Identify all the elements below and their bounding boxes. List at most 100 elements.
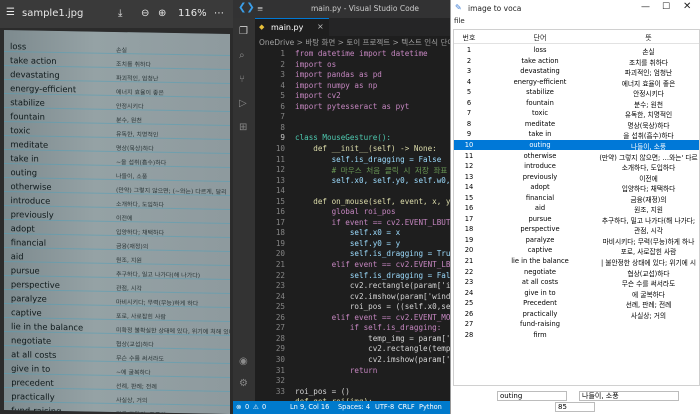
- indentation[interactable]: Spaces: 4: [338, 401, 370, 414]
- code-line[interactable]: self.y0 = y: [295, 239, 400, 248]
- table-row[interactable]: 3 devastating 파괴적인; 엄청난: [454, 66, 699, 77]
- warning-count[interactable]: 0: [262, 401, 266, 414]
- code-line[interactable]: def on_mouse(self, event, x, y,: [295, 197, 450, 206]
- table-row[interactable]: 5 stabilize 안정시키다: [454, 87, 699, 98]
- code-line[interactable]: return: [295, 366, 377, 375]
- table-row[interactable]: 22 negotiate 협상(교섭)하다: [454, 267, 699, 278]
- code-line[interactable]: cv2.imshow(param['wi: [295, 355, 450, 364]
- table-row[interactable]: 7 toxic 유독한, 치명적인: [454, 108, 699, 119]
- minimize-icon[interactable]: —: [641, 2, 650, 12]
- table-row[interactable]: 26 practically 사실상; 거의: [454, 309, 699, 320]
- code-line[interactable]: class MouseGesture():: [295, 133, 391, 142]
- row-word: financial: [525, 193, 555, 202]
- settings-gear-icon[interactable]: ⚙: [239, 378, 248, 389]
- table-row[interactable]: 8 meditate 명상(묵상)하다: [454, 119, 699, 130]
- code-line[interactable]: # 마우스 처음 클릭 시 저장 좌표: [295, 165, 448, 176]
- table-row[interactable]: 25 Precedent 선례, 판례; 전례: [454, 298, 699, 309]
- line-ending[interactable]: CRLF: [398, 401, 415, 414]
- table-row[interactable]: 13 previously 이전에: [454, 172, 699, 183]
- search-icon[interactable]: ⌕: [239, 50, 245, 61]
- code-line[interactable]: temp_img = param['im: [295, 334, 450, 343]
- table-row[interactable]: 19 paralyze 마비시키다; 무력(무능)하게 하나: [454, 235, 699, 246]
- zoom-out-icon[interactable]: ⊖: [141, 8, 149, 19]
- code-line[interactable]: import numpy as np: [295, 81, 377, 90]
- code-line[interactable]: cv2.imshow(param['window: [295, 292, 450, 301]
- column-header-word[interactable]: 단어: [484, 33, 596, 43]
- breadcrumb[interactable]: OneDrive > 바탕 화면 > 토이 프로젝트 > 텍스트 인식 단어장: [255, 36, 450, 49]
- code-line[interactable]: self.is_dragging = False: [295, 271, 450, 280]
- menu-file[interactable]: file: [451, 17, 700, 28]
- code-line[interactable]: cv2.rectangle(temp_i: [295, 344, 450, 353]
- close-icon[interactable]: ✕: [683, 1, 691, 12]
- hamburger-menu-icon[interactable]: ≡: [257, 4, 263, 13]
- close-tab-icon[interactable]: ×: [317, 22, 324, 31]
- extensions-icon[interactable]: ⊞: [239, 122, 247, 133]
- menu-icon[interactable]: ☰: [6, 7, 15, 18]
- language-mode[interactable]: Python: [419, 401, 442, 414]
- table-row[interactable]: 20 captive 포로, 사로잡힌 사람: [454, 245, 699, 257]
- column-header-meaning[interactable]: 뜻: [596, 33, 699, 43]
- code-line[interactable]: import os: [295, 60, 336, 69]
- table-row[interactable]: 23 at all costs 무슨 수를 써서라도: [454, 277, 699, 288]
- code-line[interactable]: global roi_pos: [295, 207, 396, 216]
- table-row[interactable]: 2 take action 조치를 취하다: [454, 56, 699, 67]
- code-line[interactable]: elif event == cv2.EVENT_MOUS: [295, 313, 450, 322]
- error-icon[interactable]: ⊗: [236, 401, 242, 414]
- image-word: precedent: [11, 377, 54, 388]
- table-row[interactable]: 10 outing 나들이, 소풍: [454, 139, 699, 151]
- run-debug-icon[interactable]: ▷: [239, 98, 247, 109]
- table-row[interactable]: 12 introduce 소개하다, 도입하다: [454, 161, 699, 172]
- meaning-input[interactable]: 나들이, 소풍: [579, 391, 679, 401]
- code-line[interactable]: import cv2: [295, 91, 341, 100]
- table-row[interactable]: 18 perspective 관점, 시각: [454, 224, 699, 235]
- code-line[interactable]: from datetime import datetime: [295, 49, 428, 58]
- more-options-icon[interactable]: ⋯: [214, 8, 224, 19]
- table-row[interactable]: 16 aid 원조, 지원: [454, 203, 699, 214]
- error-count[interactable]: 0: [245, 401, 249, 414]
- code-editor[interactable]: from datetime import datetime import os im…: [295, 49, 450, 401]
- table-row[interactable]: 11 otherwise (만약) 그렇지 않으면; …와는' 다르: [454, 151, 699, 162]
- code-line[interactable]: import pytesseract as pyt: [295, 102, 409, 111]
- table-row[interactable]: 15 financial 금융(재정)의: [454, 193, 699, 204]
- maximize-icon[interactable]: ☐: [662, 2, 670, 12]
- table-row[interactable]: 1 loss 손실: [454, 45, 699, 56]
- code-line[interactable]: if self.is_dragging:: [295, 323, 441, 332]
- warning-icon[interactable]: ⚠: [253, 401, 259, 414]
- encoding[interactable]: UTF-8: [375, 401, 394, 414]
- column-header-number[interactable]: 번호: [454, 33, 484, 43]
- zoom-in-icon[interactable]: ⊕: [158, 8, 166, 19]
- table-row[interactable]: 4 energy-efficient 에너지 효율이 좋은: [454, 77, 699, 88]
- number-input[interactable]: 85: [555, 402, 595, 412]
- row-meaning: 포로, 사로잡힌 사람: [620, 248, 677, 257]
- source-control-icon[interactable]: ⑂: [239, 74, 245, 85]
- table-row[interactable]: 24 give in to 에 굴복하다: [454, 288, 699, 299]
- explorer-icon[interactable]: ❐: [239, 26, 248, 37]
- code-line[interactable]: self.x0, self.y0, self.w0, self.h0: [295, 176, 450, 185]
- table-row[interactable]: 27 fund-raising: [454, 319, 699, 330]
- code-line[interactable]: def __init__(self) -> None:: [295, 144, 436, 153]
- cursor-position[interactable]: Ln 9, Col 16: [290, 401, 329, 414]
- table-row[interactable]: 17 pursue 추구하다, 밀고 나가다(해 나가다;: [454, 214, 699, 225]
- table-row[interactable]: 6 fountain 분수; 원천: [454, 98, 699, 109]
- word-input[interactable]: outing: [497, 391, 567, 401]
- code-line[interactable]: roi_pos = (): [295, 387, 350, 396]
- row-number: 5: [466, 88, 472, 97]
- code-line[interactable]: if event == cv2.EVENT_LBUTTO: [295, 218, 450, 227]
- code-line[interactable]: self.x0 = x: [295, 228, 400, 237]
- account-icon[interactable]: ◉: [239, 356, 248, 367]
- vocab-table[interactable]: 번호 단어 뜻 1 loss 손실 2 take action 조치를 취하다 3 devas…: [453, 29, 700, 386]
- code-line[interactable]: import pandas as pd: [295, 70, 382, 79]
- table-row[interactable]: 21 lie in the balance | 불안정한 상태에 있다; 위기에 시: [454, 256, 699, 267]
- tab-main-py[interactable]: ◆ main.py ×: [255, 18, 329, 36]
- table-row[interactable]: 28 firm: [454, 330, 699, 341]
- image-meaning: 마비시키다; 무력(무능)하게 하다: [116, 298, 199, 308]
- code-line[interactable]: roi_pos = ((self.x0,self: [295, 302, 450, 311]
- code-line[interactable]: self.is_dragging = False: [295, 155, 442, 164]
- table-row[interactable]: 9 take in 을 섭취(흡수)하다: [454, 129, 699, 140]
- code-line[interactable]: self.is_dragging = True: [295, 249, 450, 258]
- code-line[interactable]: elif event == cv2.EVENT_LBUT: [295, 260, 450, 269]
- table-row[interactable]: 14 adopt 입양하다; 채택하다: [454, 182, 699, 193]
- image-word: give in to: [11, 363, 51, 374]
- code-line[interactable]: cv2.rectangle(param['ima: [295, 281, 450, 290]
- download-icon[interactable]: ⤓: [118, 8, 122, 19]
